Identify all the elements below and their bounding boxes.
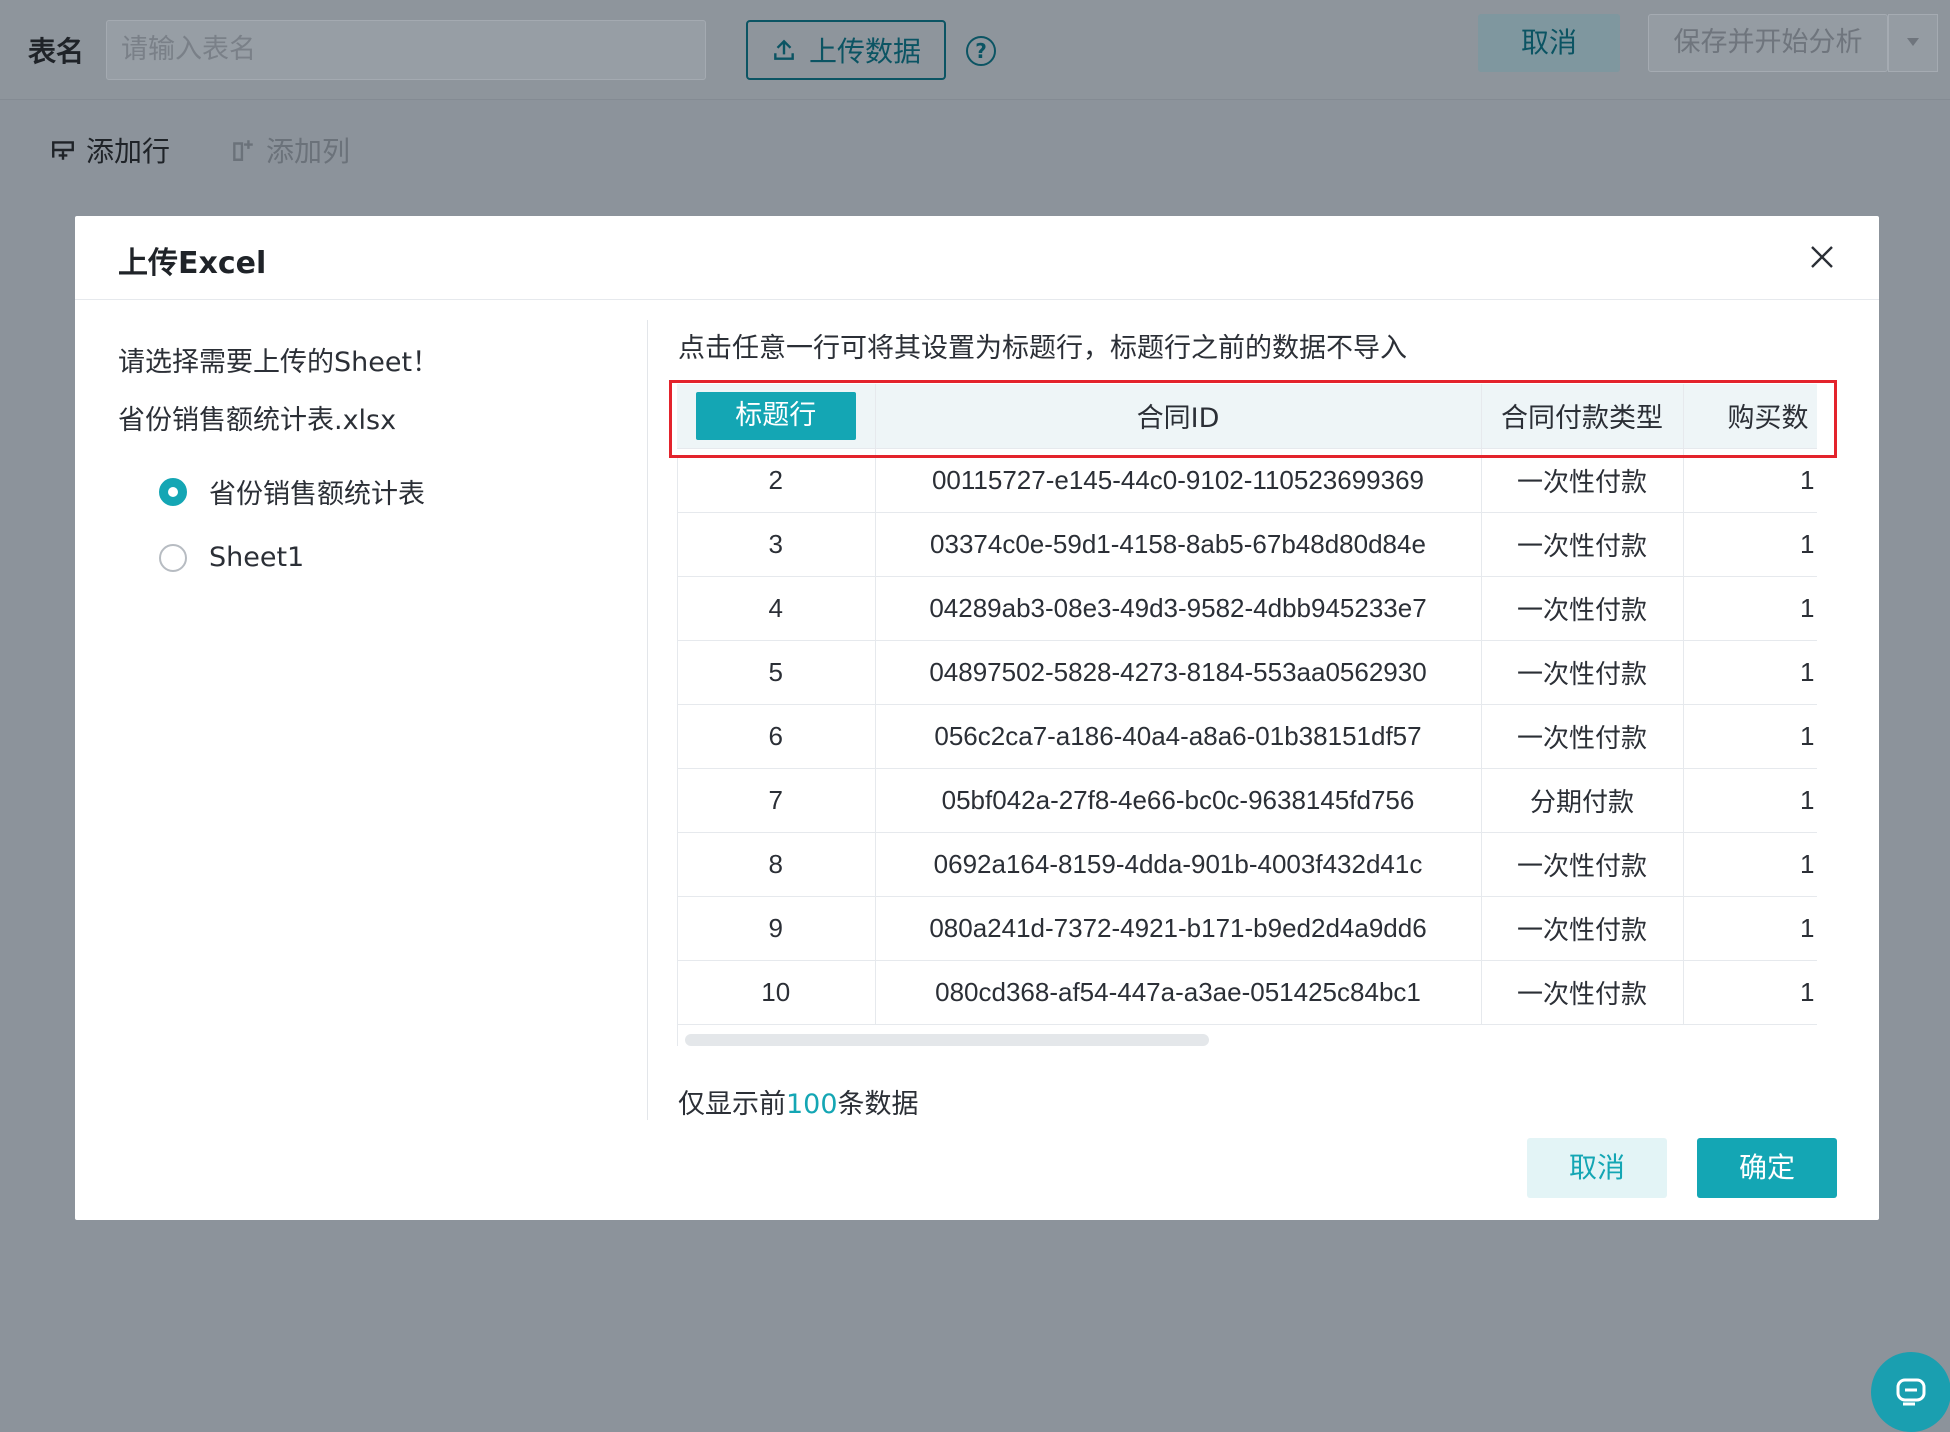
header-row[interactable]: 标题行 合同ID 合同付款类型 购买数 [677,384,1817,449]
payment-type-cell: 一次性付款 [1481,448,1684,513]
upload-excel-dialog: 上传Excel 请选择需要上传的Sheet！ 省份销售额统计表.xlsx 省份销… [75,216,1879,1220]
upload-icon [774,39,794,60]
contract-id-cell: 080cd368-af54-447a-a3ae-051425c84bc1 [875,960,1482,1025]
table-name-input[interactable]: 请输入表名 [106,20,706,80]
pane-divider [647,320,648,1120]
quantity-cell: 1 [1683,960,1817,1025]
table-row[interactable]: 4 04289ab3-08e3-49d3-9582-4dbb945233e7 一次性… [677,576,1817,641]
table-toolbar: 添加行 添加列 [50,130,350,170]
add-column-icon [233,140,253,161]
quantity-cell: 1 [1683,576,1817,641]
contract-id-cell: 0692a164-8159-4dda-901b-4003f432d41c [875,832,1482,897]
sheet-option-label: 省份销售额统计表 [209,479,425,510]
row-limit-suffix: 条数据 [837,1089,919,1120]
data-preview-table: 标题行 合同ID 合同付款类型 购买数 2 00115727-e145-44c0-… [677,384,1817,1044]
payment-type-cell: 一次性付款 [1481,576,1684,641]
quantity-cell: 1 [1683,640,1817,705]
table-name-label: 表名 [28,35,85,68]
table-row[interactable]: 9 080a241d-7372-4921-b171-b9ed2d4a9dd6 一次性… [677,896,1817,961]
contract-id-cell: 05bf042a-27f8-4e66-bc0c-9638145fd756 [875,768,1482,833]
contract-id-cell: 04289ab3-08e3-49d3-9582-4dbb945233e7 [875,576,1482,641]
quantity-cell: 1 [1683,704,1817,769]
add-row-button[interactable]: 添加行 [50,130,170,170]
row-number: 7 [677,768,876,833]
radio-unselected[interactable] [159,543,187,572]
contract-id-cell: 056c2ca7-a186-40a4-a8a6-01b38151df57 [875,704,1482,769]
sheet-option-label: Sheet1 [209,542,305,573]
sheet-selector-pane: 请选择需要上传的Sheet！ 省份销售额统计表.xlsx 省份销售额统计表 Sh… [75,300,649,1120]
sheet-option-2[interactable]: Sheet1 [159,542,304,573]
header-row-instruction: 点击任意一行可将其设置为标题行，标题行之前的数据不导入 [678,333,1407,364]
row-limit-prefix: 仅显示前 [678,1089,786,1120]
page-cancel-button[interactable]: 取消 [1478,14,1620,72]
upload-data-button[interactable]: 上传数据 [746,20,946,80]
payment-type-cell: 分期付款 [1481,768,1684,833]
table-left-border [677,456,678,1046]
table-row[interactable]: 8 0692a164-8159-4dda-901b-4003f432d41c 一次性… [677,832,1817,897]
save-and-analyze-button[interactable]: 保存并开始分析 [1648,14,1888,72]
save-dropdown-button[interactable] [1888,14,1938,72]
column-header: 购买数 [1683,384,1817,449]
add-column-label: 添加列 [266,135,351,168]
help-circle-icon[interactable]: ? [966,36,996,66]
contract-id-cell: 03374c0e-59d1-4158-8ab5-67b48d80d84e [875,512,1482,577]
table-row[interactable]: 7 05bf042a-27f8-4e66-bc0c-9638145fd756 分期付… [677,768,1817,833]
radio-selected[interactable] [159,477,187,506]
contract-id-cell: 080a241d-7372-4921-b171-b9ed2d4a9dd6 [875,896,1482,961]
row-number: 5 [677,640,876,705]
add-column-button[interactable]: 添加列 [230,130,350,170]
add-row-icon [52,141,74,160]
payment-type-cell: 一次性付款 [1481,512,1684,577]
contract-id-cell: 04897502-5828-4273-8184-553aa0562930 [875,640,1482,705]
header-row-chip: 标题行 [695,391,856,440]
row-number: 6 [677,704,876,769]
payment-type-cell: 一次性付款 [1481,640,1684,705]
quantity-cell: 1 [1683,512,1817,577]
dialog-header: 上传Excel [75,216,1879,300]
header-chip-cell: 标题行 [677,384,876,449]
column-header: 合同ID [875,384,1482,449]
dialog-title: 上传Excel [118,246,267,281]
close-icon[interactable] [1807,242,1837,272]
quantity-cell: 1 [1683,768,1817,833]
payment-type-cell: 一次性付款 [1481,896,1684,961]
contract-id-cell: 00115727-e145-44c0-9102-110523699369 [875,448,1482,513]
table-row[interactable]: 3 03374c0e-59d1-4158-8ab5-67b48d80d84e 一次性… [677,512,1817,577]
caret-down-icon [1907,38,1919,46]
row-limit-note: 仅显示前100条数据 [678,1082,919,1121]
quantity-cell: 1 [1683,896,1817,961]
payment-type-cell: 一次性付款 [1481,832,1684,897]
dialog-cancel-button[interactable]: 取消 [1527,1138,1667,1198]
chat-support-icon [1896,1378,1926,1406]
table-row[interactable]: 10 080cd368-af54-447a-a3ae-051425c84bc1 一次… [677,960,1817,1025]
sheet-option-1[interactable]: 省份销售额统计表 [159,472,425,511]
column-header: 合同付款类型 [1481,384,1684,449]
row-number: 4 [677,576,876,641]
file-name: 省份销售额统计表.xlsx [118,405,397,436]
upload-data-label: 上传数据 [808,35,921,68]
horizontal-scrollbar[interactable] [685,1034,1209,1046]
select-sheet-prompt: 请选择需要上传的Sheet！ [118,347,440,378]
dialog-confirm-button[interactable]: 确定 [1697,1138,1837,1198]
row-number: 8 [677,832,876,897]
payment-type-cell: 一次性付款 [1481,960,1684,1025]
row-limit-count: 100 [786,1089,838,1120]
quantity-cell: 1 [1683,832,1817,897]
table-row[interactable]: 2 00115727-e145-44c0-9102-110523699369 一次性… [677,448,1817,513]
row-number: 10 [677,960,876,1025]
table-row[interactable]: 5 04897502-5828-4273-8184-553aa0562930 一次性… [677,640,1817,705]
row-number: 3 [677,512,876,577]
row-number: 9 [677,896,876,961]
chat-support-button[interactable] [1871,1352,1950,1432]
table-row[interactable]: 6 056c2ca7-a186-40a4-a8a6-01b38151df57 一次性… [677,704,1817,769]
add-row-label: 添加行 [86,135,171,168]
top-bar: 表名 请输入表名 上传数据 ? 取消 保存并开始分析 [0,0,1950,100]
quantity-cell: 1 [1683,448,1817,513]
row-number: 2 [677,448,876,513]
payment-type-cell: 一次性付款 [1481,704,1684,769]
